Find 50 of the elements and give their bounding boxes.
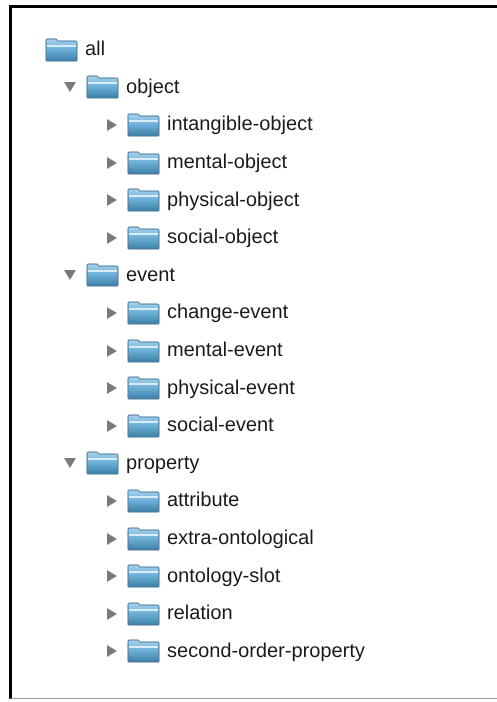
folder-icon: [86, 451, 119, 476]
expand-triangle-icon[interactable]: [107, 645, 117, 658]
folder-icon: [127, 602, 160, 626]
tree-item-label[interactable]: physical-event: [167, 376, 295, 400]
tree-item-label[interactable]: object: [126, 76, 180, 99]
expand-triangle-icon[interactable]: [107, 420, 117, 432]
tree-item-label[interactable]: mental-object: [167, 151, 288, 174]
folder-icon: [127, 112, 160, 137]
tree-item-label[interactable]: relation: [167, 602, 233, 626]
folder-icon: [86, 263, 119, 288]
tree-item-label[interactable]: social-event: [167, 414, 274, 438]
folder-icon: [127, 564, 160, 588]
folder-icon: [127, 150, 160, 175]
tree-item-label[interactable]: second-order-property: [167, 640, 365, 663]
expand-triangle-icon[interactable]: [107, 382, 117, 394]
tree-item-label[interactable]: property: [126, 452, 200, 475]
tree-item-label[interactable]: ontology-slot: [167, 564, 280, 588]
tree-item-label[interactable]: mental-event: [167, 339, 283, 362]
collapse-triangle-icon[interactable]: [64, 270, 76, 280]
tree-item-label[interactable]: physical-object: [167, 188, 300, 212]
folder-icon: [127, 488, 160, 513]
folder-icon: [127, 338, 160, 363]
folder-icon: [127, 226, 160, 250]
folder-icon: [127, 376, 160, 400]
expand-triangle-icon[interactable]: [107, 532, 117, 545]
expand-triangle-icon[interactable]: [107, 232, 117, 244]
folder-icon: [127, 300, 160, 325]
folder-icon: [127, 414, 160, 438]
folder-icon: [127, 639, 160, 664]
tree-item-label[interactable]: extra-ontological: [167, 527, 314, 550]
expand-triangle-icon[interactable]: [107, 306, 117, 319]
folder-icon: [127, 526, 160, 551]
tree-item-label[interactable]: intangible-object: [167, 113, 313, 136]
expand-triangle-icon[interactable]: [107, 344, 117, 357]
tree-item-label[interactable]: social-object: [167, 226, 278, 250]
expand-triangle-icon[interactable]: [107, 608, 117, 620]
expand-triangle-icon[interactable]: [107, 494, 117, 507]
expand-triangle-icon[interactable]: [107, 118, 117, 131]
collapse-triangle-icon[interactable]: [64, 458, 76, 468]
tree-item-label[interactable]: change-event: [167, 301, 288, 324]
folder-icon: [127, 188, 160, 212]
expand-triangle-icon[interactable]: [107, 194, 117, 206]
expand-triangle-icon[interactable]: [107, 156, 117, 169]
tree-item-label[interactable]: attribute: [167, 489, 240, 512]
folder-icon: [86, 75, 119, 100]
folder-icon: [45, 38, 78, 62]
tree-item-label[interactable]: event: [126, 264, 175, 287]
expand-triangle-icon[interactable]: [107, 570, 117, 582]
tree-item-label[interactable]: all: [85, 38, 106, 62]
collapse-triangle-icon[interactable]: [64, 82, 76, 92]
